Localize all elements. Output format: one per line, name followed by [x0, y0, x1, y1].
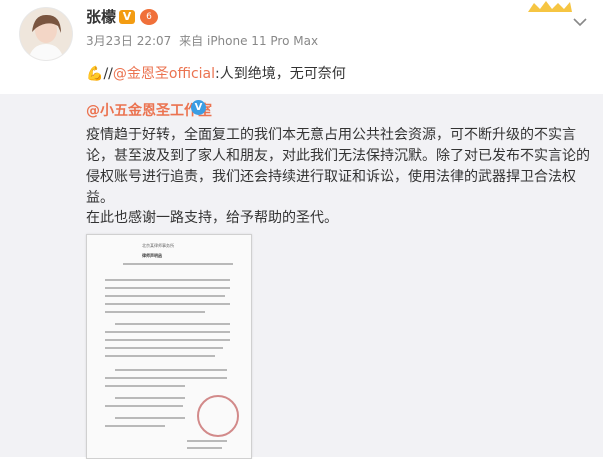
level-badge: 6 [140, 9, 158, 25]
verified-badge: V [191, 100, 206, 115]
source-prefix: 来自 [179, 34, 204, 48]
crown-icon [528, 1, 572, 12]
vip-badge: V [119, 10, 135, 24]
seal-stamp [197, 395, 239, 437]
repost-text: 💪//@金恩圣official:人到绝境，无可奈何 [86, 63, 346, 83]
document-line [105, 287, 230, 289]
document-line [105, 331, 230, 333]
original-body: 疫情趋于好转，全面复工的我们本无意占用公共社会资源，可不断升级的不实言论，甚至波… [86, 127, 590, 206]
document-line [187, 447, 222, 449]
emoji: 💪 [86, 66, 104, 82]
document-header: 北京某律师事务所 [142, 243, 174, 248]
chevron-down-icon[interactable] [570, 12, 590, 32]
mention-link[interactable]: @金恩圣official [113, 66, 215, 82]
document-line [115, 323, 230, 325]
document-title: 律师声明函 [142, 253, 162, 258]
document-line [115, 369, 227, 371]
post-date[interactable]: 3月23日 22:07 [86, 34, 171, 48]
document-line [105, 303, 230, 305]
original-thanks: 在此也感谢一路支持，给予帮助的圣代。 [86, 210, 338, 226]
post-meta: 3月23日 22:07 来自 iPhone 11 Pro Max [86, 32, 318, 49]
document-line [105, 385, 185, 387]
repost-prefix: // [103, 66, 113, 82]
author-name[interactable]: 张檬 [86, 6, 116, 27]
document-image[interactable]: 北京某律师事务所 律师声明函 [86, 234, 252, 459]
document-line [105, 279, 230, 281]
post-source: iPhone 11 Pro Max [206, 34, 319, 48]
document-line [105, 377, 227, 379]
document-line [187, 440, 227, 442]
avatar[interactable] [20, 8, 72, 60]
document-line [115, 397, 185, 399]
document-line [115, 417, 185, 419]
document-line [123, 263, 233, 265]
document-line [105, 311, 205, 313]
document-line [105, 339, 230, 341]
repost-content: :人到绝境，无可奈何 [215, 66, 346, 82]
document-line [105, 355, 215, 357]
document-line [105, 295, 225, 297]
weibo-post: 张檬 V 6 3月23日 22:07 来自 iPhone 11 Pro Max … [0, 0, 603, 459]
document-line [105, 405, 183, 407]
quoted-post: @小五金恩圣工作室 V 疫情趋于好转，全面复工的我们本无意占用公共社会资源，可不… [0, 94, 603, 459]
document-line [105, 347, 223, 349]
document-line [105, 425, 165, 427]
